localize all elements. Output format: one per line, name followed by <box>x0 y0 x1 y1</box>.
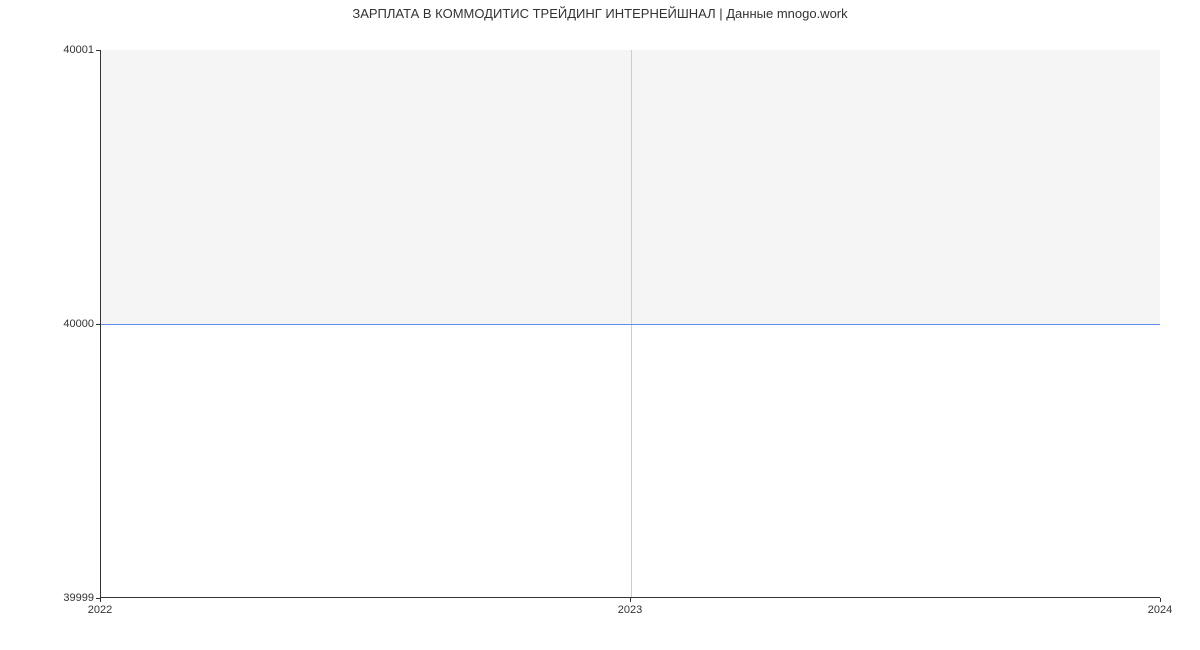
y-tick-label: 39999 <box>4 592 94 604</box>
x-tick-label: 2022 <box>88 604 112 616</box>
x-tick-mark <box>1160 598 1161 602</box>
chart-title: ЗАРПЛАТА В КОММОДИТИС ТРЕЙДИНГ ИНТЕРНЕЙШ… <box>0 6 1200 21</box>
x-tick-mark <box>630 598 631 602</box>
series-line-salary <box>101 324 1160 325</box>
plot-area <box>100 50 1160 598</box>
y-tick-label: 40000 <box>4 318 94 330</box>
chart-container: ЗАРПЛАТА В КОММОДИТИС ТРЕЙДИНГ ИНТЕРНЕЙШ… <box>0 0 1200 650</box>
x-tick-label: 2024 <box>1148 604 1172 616</box>
x-tick-mark <box>100 598 101 602</box>
x-tick-label: 2023 <box>618 604 642 616</box>
y-tick-label: 40001 <box>4 44 94 56</box>
